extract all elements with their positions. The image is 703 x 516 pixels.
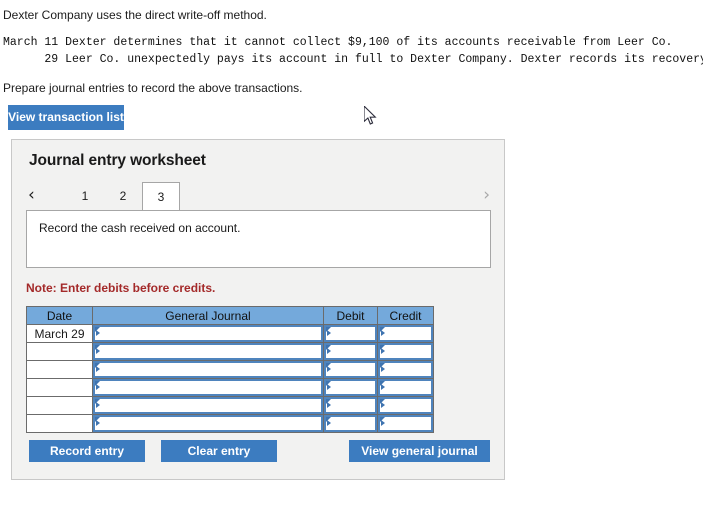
credit-input[interactable] xyxy=(378,343,433,360)
general-journal-cell[interactable] xyxy=(92,396,324,415)
column-header-general-journal: General Journal xyxy=(92,306,324,325)
worksheet-tabstrip: ‹ 1 2 3 › xyxy=(26,182,492,211)
debit-input[interactable] xyxy=(324,379,377,396)
table-header-row: Date General Journal Debit Credit xyxy=(26,306,434,325)
date-cell[interactable] xyxy=(26,414,93,433)
credit-input[interactable] xyxy=(378,361,433,378)
general-journal-cell[interactable] xyxy=(92,378,324,397)
general-journal-cell[interactable] xyxy=(92,414,324,433)
debit-input[interactable] xyxy=(324,343,377,360)
debit-input[interactable] xyxy=(324,361,377,378)
credit-input[interactable] xyxy=(378,325,433,342)
account-select-field[interactable] xyxy=(93,361,323,378)
debit-cell[interactable] xyxy=(323,378,378,397)
mouse-cursor-icon xyxy=(363,104,378,126)
column-header-debit: Debit xyxy=(323,306,378,325)
date-cell[interactable] xyxy=(26,342,93,361)
general-journal-cell[interactable] xyxy=(92,360,324,379)
chevron-right-icon[interactable]: › xyxy=(483,184,490,206)
table-row xyxy=(26,342,434,361)
tab-2[interactable]: 2 xyxy=(104,182,142,210)
date-cell[interactable]: March 29 xyxy=(26,324,93,343)
date-cell[interactable] xyxy=(26,378,93,397)
debits-before-credits-note: Note: Enter debits before credits. xyxy=(26,281,216,295)
credit-cell[interactable] xyxy=(377,324,434,343)
account-select-field[interactable] xyxy=(93,415,323,432)
credit-cell[interactable] xyxy=(377,396,434,415)
debit-input[interactable] xyxy=(324,397,377,414)
debit-cell[interactable] xyxy=(323,414,378,433)
credit-cell[interactable] xyxy=(377,360,434,379)
tab-1[interactable]: 1 xyxy=(66,182,104,210)
column-header-date: Date xyxy=(26,306,93,325)
problem-statement: Dexter Company uses the direct write-off… xyxy=(3,8,703,95)
table-row: March 29 xyxy=(26,324,434,343)
credit-input[interactable] xyxy=(378,415,433,432)
general-journal-cell[interactable] xyxy=(92,342,324,361)
debit-cell[interactable] xyxy=(323,396,378,415)
table-row xyxy=(26,378,434,397)
credit-cell[interactable] xyxy=(377,342,434,361)
table-row xyxy=(26,360,434,379)
account-select-field[interactable] xyxy=(93,397,323,414)
panel-title: Journal entry worksheet xyxy=(29,152,206,169)
journal-entry-table: Date General Journal Debit Credit March … xyxy=(26,306,434,433)
account-select-field[interactable] xyxy=(93,379,323,396)
entry-description-box: Record the cash received on account. xyxy=(26,210,491,268)
column-header-credit: Credit xyxy=(377,306,434,325)
date-cell[interactable] xyxy=(26,396,93,415)
date-cell[interactable] xyxy=(26,360,93,379)
account-select-field[interactable] xyxy=(93,325,323,342)
journal-entry-worksheet-panel: Journal entry worksheet ‹ 1 2 3 › Record… xyxy=(11,139,505,480)
view-transaction-list-button[interactable]: View transaction list xyxy=(8,105,124,130)
entry-description-text: Record the cash received on account. xyxy=(39,221,241,235)
record-entry-button[interactable]: Record entry xyxy=(29,440,145,462)
debit-cell[interactable] xyxy=(323,324,378,343)
credit-input[interactable] xyxy=(378,379,433,396)
table-row xyxy=(26,414,434,433)
debit-input[interactable] xyxy=(324,325,377,342)
debit-input[interactable] xyxy=(324,415,377,432)
tab-3[interactable]: 3 xyxy=(142,182,180,211)
clear-entry-button[interactable]: Clear entry xyxy=(161,440,277,462)
credit-input[interactable] xyxy=(378,397,433,414)
view-general-journal-button[interactable]: View general journal xyxy=(349,440,490,462)
credit-cell[interactable] xyxy=(377,414,434,433)
credit-cell[interactable] xyxy=(377,378,434,397)
chevron-left-icon[interactable]: ‹ xyxy=(28,184,35,206)
instruction-line: Prepare journal entries to record the ab… xyxy=(3,81,303,95)
table-row xyxy=(26,396,434,415)
intro-line-1: Dexter Company uses the direct write-off… xyxy=(3,8,267,22)
debit-cell[interactable] xyxy=(323,342,378,361)
general-journal-cell[interactable] xyxy=(92,324,324,343)
account-select-field[interactable] xyxy=(93,343,323,360)
transaction-lines: March 11 Dexter determines that it canno… xyxy=(3,36,703,66)
debit-cell[interactable] xyxy=(323,360,378,379)
